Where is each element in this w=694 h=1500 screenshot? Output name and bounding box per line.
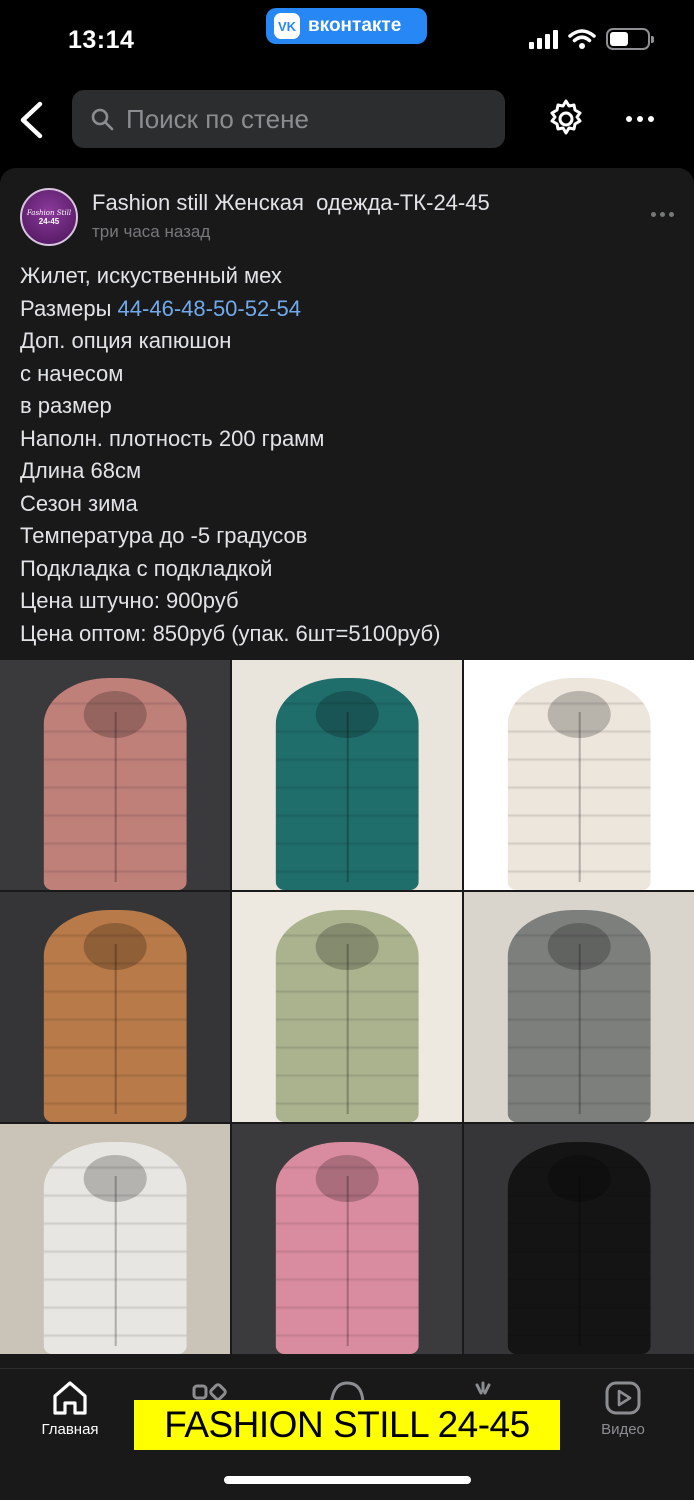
watermark-banner: FASHION STILL 24-45 [134,1400,560,1450]
tab-video[interactable]: Видео [573,1379,673,1438]
post-card: Fashion Still 24-45 Fashion still Женска… [0,168,694,1368]
post-line: Жилет, искуственный мех [20,263,282,288]
post-line: Длина 68см [20,458,142,483]
avatar[interactable]: Fashion Still 24-45 [20,188,78,246]
tab-home-label: Главная [41,1421,99,1438]
sizes-label: Размеры [20,295,118,321]
wifi-icon [568,29,596,49]
home-icon [53,1381,87,1415]
photo-thumbnail[interactable] [464,660,694,890]
post-author[interactable]: Fashion still Женская одежда-ТК-24-45 [92,190,490,216]
status-time: 13:14 [68,26,135,54]
post-line: в размер [20,393,112,418]
photo-thumbnail[interactable] [232,660,462,890]
search-icon [91,108,114,131]
signal-icon [529,29,558,49]
vest-image [43,1142,187,1354]
vk-app-label: вконтакте [308,15,402,36]
vest-image [275,678,419,890]
search-placeholder: Поиск по стене [126,103,309,134]
photo-grid [0,660,694,1354]
vk-logo-icon: VK [274,13,300,39]
post-line: Температура до -5 градусов [20,523,308,548]
vest-image [43,910,187,1122]
top-nav: Поиск по стене [0,80,694,160]
status-bar: 13:14 VK вконтакте [0,0,694,80]
status-icons [529,28,654,50]
post-line: Цена оптом: 850руб (упак. 6шт=5100руб) [20,620,441,646]
search-input[interactable]: Поиск по стене [72,90,505,148]
post-line: Сезон зима [20,490,138,516]
photo-thumbnail[interactable] [0,1124,230,1354]
post-line: Доп. опция капюшон [20,328,232,353]
vest-image [275,1142,419,1354]
vest-image [507,678,651,890]
vest-image [43,678,187,890]
photo-thumbnail[interactable] [232,1124,462,1354]
post-more-icon[interactable] [651,212,674,217]
photo-thumbnail[interactable] [0,892,230,1122]
photo-thumbnail[interactable] [464,1124,694,1354]
photo-thumbnail[interactable] [464,892,694,1122]
avatar-logo-number: 24-45 [38,216,60,226]
vest-image [275,910,419,1122]
post-line: Наполн. плотность 200 грамм [20,425,325,451]
home-indicator[interactable] [224,1476,471,1484]
post-line: с начесом [20,360,124,386]
post-time: три часа назад [92,222,211,241]
post-line: Подкладка с подкладкой [20,555,273,581]
vest-image [507,910,651,1122]
chevron-left-icon[interactable] [14,100,48,140]
tab-video-label: Видео [601,1421,645,1438]
video-icon [605,1381,641,1415]
vk-app-pill[interactable]: VK вконтакте [266,8,427,44]
post-line-sizes: Размеры 44-46-48-50-52-54 [20,293,440,326]
avatar-logo-text: Fashion Still [26,208,72,217]
battery-icon [606,28,654,50]
vest-image [507,1142,651,1354]
photo-thumbnail[interactable] [232,892,462,1122]
post-text: Жилет, искуственный мех Размеры 44-46-48… [20,260,440,650]
photo-thumbnail[interactable] [0,660,230,890]
sizes-link[interactable]: 44-46-48-50-52-54 [118,296,301,321]
tab-home[interactable]: Главная [20,1379,120,1438]
gear-icon[interactable] [545,98,587,140]
more-icon[interactable] [626,116,654,122]
post-line: Цена штучно: 900руб [20,588,239,613]
